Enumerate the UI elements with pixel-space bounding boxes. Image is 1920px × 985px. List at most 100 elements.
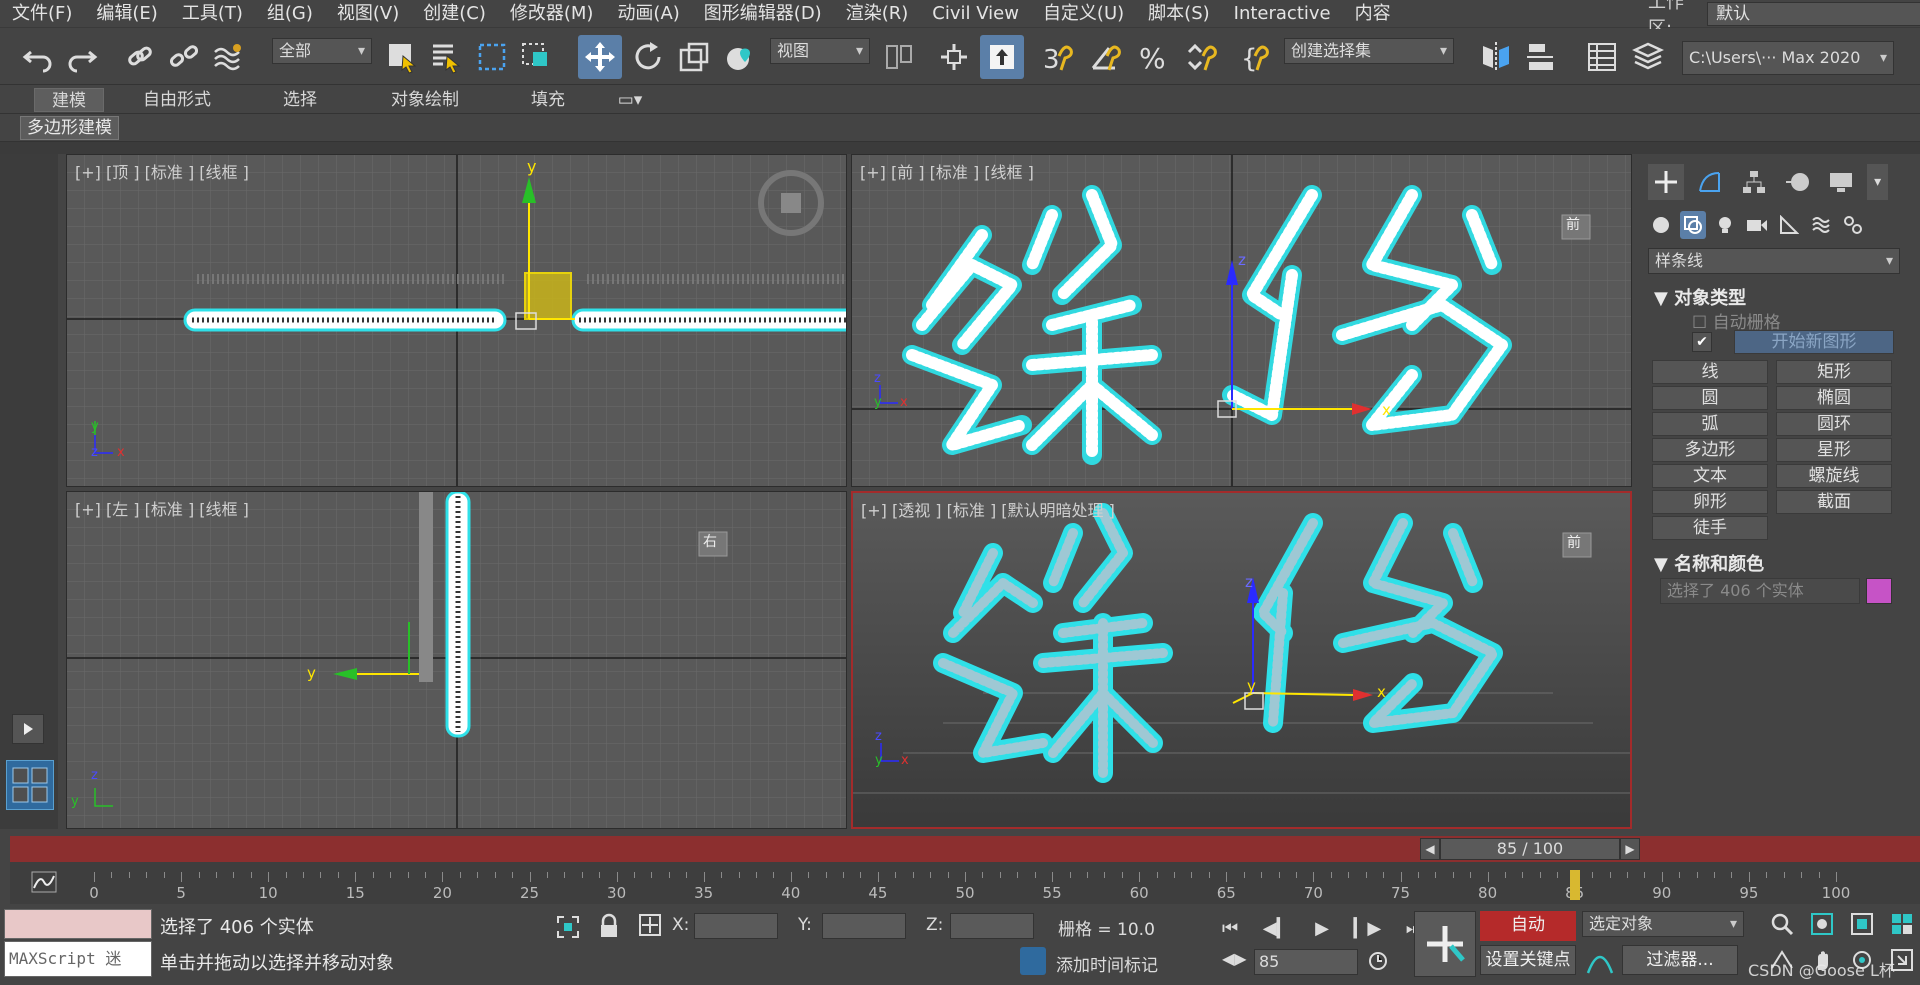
menu-scripting[interactable]: 脚本(S) <box>1136 0 1221 28</box>
viewport-left-label[interactable]: [+] [左 ] [标准 ] [线框 ] <box>75 496 249 520</box>
auto-key-button[interactable]: 自动 <box>1480 911 1576 941</box>
tab-freeform[interactable]: 自由形式 <box>130 88 224 112</box>
menu-modifiers[interactable]: 修改器(M) <box>498 0 606 28</box>
reference-coordinate-dropdown[interactable]: 视图 <box>770 38 870 64</box>
y-coordinate-field[interactable] <box>822 913 906 939</box>
redo-icon[interactable] <box>60 35 104 79</box>
rollout-object-type[interactable]: ▼ 对象类型 <box>1654 284 1746 310</box>
tab-modeling[interactable]: 建模 <box>34 88 104 112</box>
keyboard-shortcut-override-icon[interactable] <box>980 35 1024 79</box>
viewcube-left[interactable]: 右 <box>703 531 717 551</box>
track-bar[interactable]: 0510152025303540455055606570758085909510… <box>10 862 1920 904</box>
lights-icon[interactable] <box>1712 211 1738 239</box>
time-configuration-icon[interactable] <box>1368 949 1390 973</box>
project-path-dropdown[interactable]: C:\Users\··· Max 2020 <box>1682 41 1894 75</box>
viewcube-front[interactable]: 前 <box>1566 214 1580 234</box>
time-marker[interactable] <box>1569 870 1580 900</box>
tab-object-paint[interactable]: 对象绘制 <box>380 88 470 112</box>
maxscript-input[interactable]: MAXScript 迷 <box>4 941 152 977</box>
select-manipulate-icon[interactable] <box>932 35 976 79</box>
menu-view[interactable]: 视图(V) <box>325 0 411 28</box>
viewport-front-label[interactable]: [+] [前 ] [标准 ] [线框 ] <box>860 159 1034 183</box>
cameras-icon[interactable] <box>1744 211 1770 239</box>
bind-spacewarp-icon[interactable] <box>206 35 250 79</box>
zoom-all-icon[interactable] <box>1810 912 1834 941</box>
z-coordinate-field[interactable] <box>950 913 1034 939</box>
edit-named-selection-icon[interactable]: { <box>1236 35 1280 79</box>
play-icon[interactable]: ▶ <box>1315 918 1329 939</box>
select-object-icon[interactable] <box>380 35 424 79</box>
viewport-top[interactable]: [+] [顶 ] [标准 ] [线框 ] y y z x <box>66 154 847 487</box>
start-new-shape-checkbox[interactable]: ✔ <box>1692 332 1712 352</box>
frame-indicator[interactable]: 85 / 100 <box>1440 838 1620 860</box>
ellipse-button[interactable]: 椭圆 <box>1776 386 1892 410</box>
maxscript-listener-output[interactable] <box>4 909 152 939</box>
time-slider[interactable]: ◀ 85 / 100 ▶ <box>1420 836 1650 862</box>
angle-snap-icon[interactable] <box>1084 35 1128 79</box>
menu-civil-view[interactable]: Civil View <box>920 0 1031 28</box>
panel-overflow-icon[interactable]: ▾ <box>1867 164 1888 200</box>
unlink-icon[interactable] <box>162 35 206 79</box>
line-button[interactable]: 线 <box>1652 360 1768 384</box>
time-tag-icon[interactable] <box>1020 947 1046 975</box>
text-button[interactable]: 文本 <box>1652 464 1768 488</box>
ngon-button[interactable]: 多边形 <box>1652 438 1768 462</box>
time-config-arrows-icon[interactable]: ◀▶ <box>1222 949 1247 973</box>
donut-button[interactable]: 圆环 <box>1776 412 1892 436</box>
link-icon[interactable] <box>118 35 162 79</box>
lock-selection-icon[interactable] <box>598 913 620 939</box>
snaps-toggle-icon[interactable]: 3 <box>1036 35 1080 79</box>
circle-button[interactable]: 圆 <box>1652 386 1768 410</box>
viewport-top-label[interactable]: [+] [顶 ] [标准 ] [线框 ] <box>75 159 249 183</box>
align-icon[interactable] <box>1518 35 1562 79</box>
modify-tab-icon[interactable] <box>1692 164 1728 200</box>
shape-type-dropdown[interactable]: 样条线 <box>1648 248 1900 274</box>
section-button[interactable]: 截面 <box>1776 490 1892 514</box>
go-to-start-icon[interactable]: ⏮ <box>1222 918 1238 939</box>
absolute-relative-toggle-icon[interactable] <box>638 913 662 937</box>
menu-customize[interactable]: 自定义(U) <box>1031 0 1136 28</box>
spinner-snap-icon[interactable] <box>1180 35 1224 79</box>
set-key-mode-button[interactable]: 设置关键点 <box>1480 945 1576 975</box>
create-tab-icon[interactable] <box>1648 164 1684 200</box>
helpers-icon[interactable] <box>1776 211 1802 239</box>
viewcube-perspective[interactable]: 前 <box>1567 532 1581 552</box>
default-tangent-icon[interactable] <box>1586 947 1614 975</box>
menu-animation[interactable]: 动画(A) <box>605 0 691 28</box>
rect-selection-region-icon[interactable] <box>470 35 514 79</box>
previous-key-icon[interactable]: ◀▎ <box>1263 918 1291 939</box>
layer-explorer-icon[interactable] <box>1626 35 1670 79</box>
named-selection-dropdown[interactable]: 创建选择集 <box>1284 38 1454 64</box>
viewport-perspective-label[interactable]: [+] [透视 ] [标准 ] [默认明暗处理 ] <box>861 497 1115 521</box>
menu-interactive[interactable]: Interactive <box>1222 0 1343 28</box>
tab-selection[interactable]: 选择 <box>270 88 330 112</box>
viewport-perspective[interactable]: [+] [透视 ] [标准 ] [默认明暗处理 ] 前 z x y z y x <box>851 491 1632 829</box>
current-frame-field[interactable]: 85 <box>1254 949 1358 975</box>
select-and-move-icon[interactable] <box>578 35 622 79</box>
mirror-icon[interactable] <box>1474 35 1518 79</box>
motion-tab-icon[interactable] <box>1780 164 1816 200</box>
zoom-extents-all-icon[interactable] <box>1890 912 1914 941</box>
select-and-scale-icon[interactable] <box>672 35 716 79</box>
zoom-extents-icon[interactable] <box>1850 912 1874 941</box>
rectangle-button[interactable]: 矩形 <box>1776 360 1892 384</box>
hierarchy-tab-icon[interactable] <box>1736 164 1772 200</box>
scene-explorer-icon[interactable] <box>1580 35 1624 79</box>
workspace-dropdown[interactable]: 默认 <box>1707 2 1920 26</box>
next-key-icon[interactable]: ▎▶ <box>1354 918 1382 939</box>
systems-icon[interactable] <box>1840 211 1866 239</box>
percent-snap-icon[interactable]: % <box>1132 35 1176 79</box>
menu-tools[interactable]: 工具(T) <box>170 0 255 28</box>
select-and-rotate-icon[interactable] <box>626 35 670 79</box>
shapes-icon[interactable] <box>1680 211 1706 239</box>
menu-content[interactable]: 内容 <box>1343 0 1403 28</box>
display-tab-icon[interactable] <box>1823 164 1859 200</box>
isolate-selection-icon[interactable] <box>556 915 580 939</box>
select-by-name-icon[interactable] <box>424 35 468 79</box>
ribbon-options-icon[interactable]: ▭▾ <box>612 88 648 112</box>
freehand-button[interactable]: 徒手 <box>1652 516 1768 540</box>
select-and-place-icon[interactable] <box>718 35 762 79</box>
tab-populate[interactable]: 填充 <box>518 88 578 112</box>
undo-icon[interactable] <box>16 35 60 79</box>
viewport-left[interactable]: [+] [左 ] [标准 ] [线框 ] 右 y z y <box>66 491 847 829</box>
